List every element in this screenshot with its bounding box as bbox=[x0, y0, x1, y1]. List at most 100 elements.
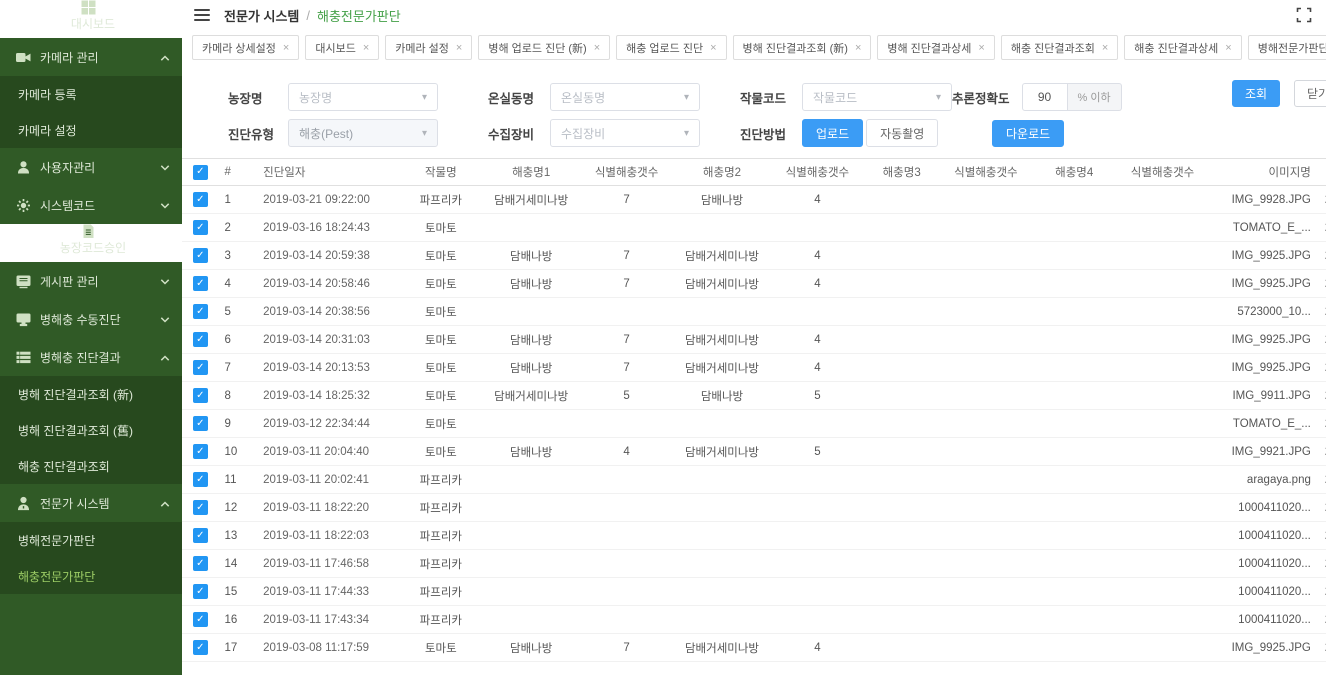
table-row: ✓102019-03-11 20:04:40토마토담배나방4담배거세미나방5IM… bbox=[182, 438, 1326, 466]
list-icon bbox=[16, 350, 31, 365]
table-cell: 7 bbox=[582, 186, 671, 214]
table-cell: 201 bbox=[1321, 186, 1326, 214]
table-cell: 7 bbox=[219, 354, 260, 382]
table-cell bbox=[1118, 270, 1207, 298]
auto-capture-method-button[interactable]: 자동촬영 bbox=[866, 119, 938, 147]
accuracy-input[interactable] bbox=[1022, 83, 1068, 111]
sidebar-item[interactable]: 농장코드승인 bbox=[0, 224, 182, 262]
row-checkbox[interactable]: ✓ bbox=[193, 360, 208, 375]
row-checkbox[interactable]: ✓ bbox=[193, 332, 208, 347]
row-checkbox[interactable]: ✓ bbox=[193, 248, 208, 263]
sidebar-item[interactable]: 해충 진단결과조회 bbox=[0, 448, 182, 484]
download-button[interactable]: 다운로드 bbox=[992, 120, 1064, 147]
sidebar-item[interactable]: 전문가 시스템 bbox=[0, 484, 182, 522]
tab-close-icon[interactable]: × bbox=[1102, 42, 1108, 54]
tab[interactable]: 병해전문가판단× bbox=[1248, 35, 1326, 60]
table-cell: 2019-03-14 20:59:38 bbox=[259, 242, 401, 270]
upload-method-button[interactable]: 업로드 bbox=[802, 119, 863, 147]
table-cell bbox=[773, 214, 862, 242]
table-cell bbox=[862, 494, 941, 522]
crop-code-select[interactable]: 작물코드▾ bbox=[802, 83, 952, 111]
greenhouse-select[interactable]: 온실동명▾ bbox=[550, 83, 700, 111]
tab[interactable]: 병해 업로드 진단 (新)× bbox=[478, 35, 610, 60]
row-checkbox[interactable]: ✓ bbox=[193, 220, 208, 235]
tab[interactable]: 병해 진단결과조회 (新)× bbox=[733, 35, 872, 60]
table-cell: 담배거세미나방 bbox=[671, 634, 773, 662]
table-cell bbox=[941, 242, 1030, 270]
tab-close-icon[interactable]: × bbox=[363, 42, 369, 54]
table-cell: 12 bbox=[219, 494, 260, 522]
tab[interactable]: 병해 진단결과상세× bbox=[877, 35, 994, 60]
table-cell bbox=[1031, 382, 1118, 410]
row-checkbox[interactable]: ✓ bbox=[193, 192, 208, 207]
row-checkbox[interactable]: ✓ bbox=[193, 276, 208, 291]
sidebar-item[interactable]: 카메라 관리 bbox=[0, 38, 182, 76]
table-row: ✓172019-03-08 11:17:59토마토담배나방7담배거세미나방4IM… bbox=[182, 634, 1326, 662]
sidebar-item[interactable]: 게시판 관리 bbox=[0, 262, 182, 300]
sidebar-item[interactable]: 병해충 진단결과 bbox=[0, 338, 182, 376]
sidebar-item[interactable]: 대시보드 bbox=[0, 0, 182, 38]
row-checkbox[interactable]: ✓ bbox=[193, 416, 208, 431]
tab-close-icon[interactable]: × bbox=[978, 42, 984, 54]
sidebar-item[interactable]: 병해 진단결과조회 (新) bbox=[0, 376, 182, 412]
tab[interactable]: 해충 업로드 진단× bbox=[616, 35, 726, 60]
row-checkbox[interactable]: ✓ bbox=[193, 640, 208, 655]
row-checkbox[interactable]: ✓ bbox=[193, 444, 208, 459]
sidebar-item[interactable]: 병해 진단결과조회 (舊) bbox=[0, 412, 182, 448]
row-checkbox[interactable]: ✓ bbox=[193, 556, 208, 571]
row-checkbox[interactable]: ✓ bbox=[193, 388, 208, 403]
diagnosis-type-select[interactable]: 해충(Pest)▾ bbox=[288, 119, 438, 147]
table-cell bbox=[480, 466, 582, 494]
tab[interactable]: 카메라 상세설정× bbox=[192, 35, 299, 60]
fullscreen-icon[interactable] bbox=[1296, 7, 1312, 23]
tab-close-icon[interactable]: × bbox=[456, 42, 462, 54]
chevron-down-icon: ▾ bbox=[684, 92, 689, 103]
results-table-area: ✓#진단일자작물명해충명1식별해충갯수해충명2식별해충갯수해충명3식별해충갯수해… bbox=[182, 158, 1326, 675]
tab-bar: 카메라 상세설정×대시보드×카메라 설정×병해 업로드 진단 (新)×해충 업로… bbox=[182, 30, 1326, 66]
tab-close-icon[interactable]: × bbox=[283, 42, 289, 54]
row-checkbox-cell: ✓ bbox=[182, 326, 219, 354]
table-row: ✓42019-03-14 20:58:46토마토담배나방7담배거세미나방4IMG… bbox=[182, 270, 1326, 298]
search-button[interactable]: 조회 bbox=[1232, 80, 1280, 107]
close-button[interactable]: 닫기 bbox=[1294, 80, 1326, 107]
farm-name-select[interactable]: 농장명▾ bbox=[288, 83, 438, 111]
sidebar-item[interactable]: 카메라 등록 bbox=[0, 76, 182, 112]
select-all-checkbox[interactable]: ✓ bbox=[193, 165, 208, 180]
row-checkbox[interactable]: ✓ bbox=[193, 472, 208, 487]
diagnosis-type-value: 해충(Pest) bbox=[299, 125, 353, 142]
sidebar-item[interactable]: 사용자관리 bbox=[0, 148, 182, 186]
table-cell bbox=[1031, 242, 1118, 270]
tab[interactable]: 해충 진단결과상세× bbox=[1124, 35, 1241, 60]
table-cell: 토마토 bbox=[401, 410, 480, 438]
table-cell: 2 bbox=[219, 214, 260, 242]
sidebar-item[interactable]: 시스템코드 bbox=[0, 186, 182, 224]
row-checkbox[interactable]: ✓ bbox=[193, 528, 208, 543]
table-cell bbox=[582, 494, 671, 522]
row-checkbox[interactable]: ✓ bbox=[193, 584, 208, 599]
table-row: ✓82019-03-14 18:25:32토마토담배거세미나방5담배나방5IMG… bbox=[182, 382, 1326, 410]
accuracy-label: 추론정확도 bbox=[952, 88, 1010, 107]
table-cell: 파프리카 bbox=[401, 606, 480, 634]
tab-close-icon[interactable]: × bbox=[594, 42, 600, 54]
row-checkbox[interactable]: ✓ bbox=[193, 304, 208, 319]
table-cell: 2019-03-11 20:04:40 bbox=[259, 438, 401, 466]
table-cell bbox=[941, 578, 1030, 606]
sidebar-item[interactable]: 병해충 수동진단 bbox=[0, 300, 182, 338]
table-cell bbox=[941, 550, 1030, 578]
tab-close-icon[interactable]: × bbox=[710, 42, 716, 54]
equipment-select[interactable]: 수집장비▾ bbox=[550, 119, 700, 147]
sidebar-item[interactable]: 카메라 설정 bbox=[0, 112, 182, 148]
tab[interactable]: 해충 진단결과조회× bbox=[1001, 35, 1118, 60]
sidebar-item[interactable]: 해충전문가판단 bbox=[0, 558, 182, 594]
row-checkbox[interactable]: ✓ bbox=[193, 612, 208, 627]
table-cell bbox=[941, 634, 1030, 662]
tab[interactable]: 대시보드× bbox=[305, 35, 379, 60]
row-checkbox[interactable]: ✓ bbox=[193, 500, 208, 515]
hamburger-menu-icon[interactable] bbox=[194, 9, 210, 21]
tab-close-icon[interactable]: × bbox=[855, 42, 861, 54]
tab-close-icon[interactable]: × bbox=[1225, 42, 1231, 54]
table-cell: 토마토 bbox=[401, 326, 480, 354]
tab[interactable]: 카메라 설정× bbox=[385, 35, 472, 60]
table-cell: 6 bbox=[219, 326, 260, 354]
sidebar-item[interactable]: 병해전문가판단 bbox=[0, 522, 182, 558]
